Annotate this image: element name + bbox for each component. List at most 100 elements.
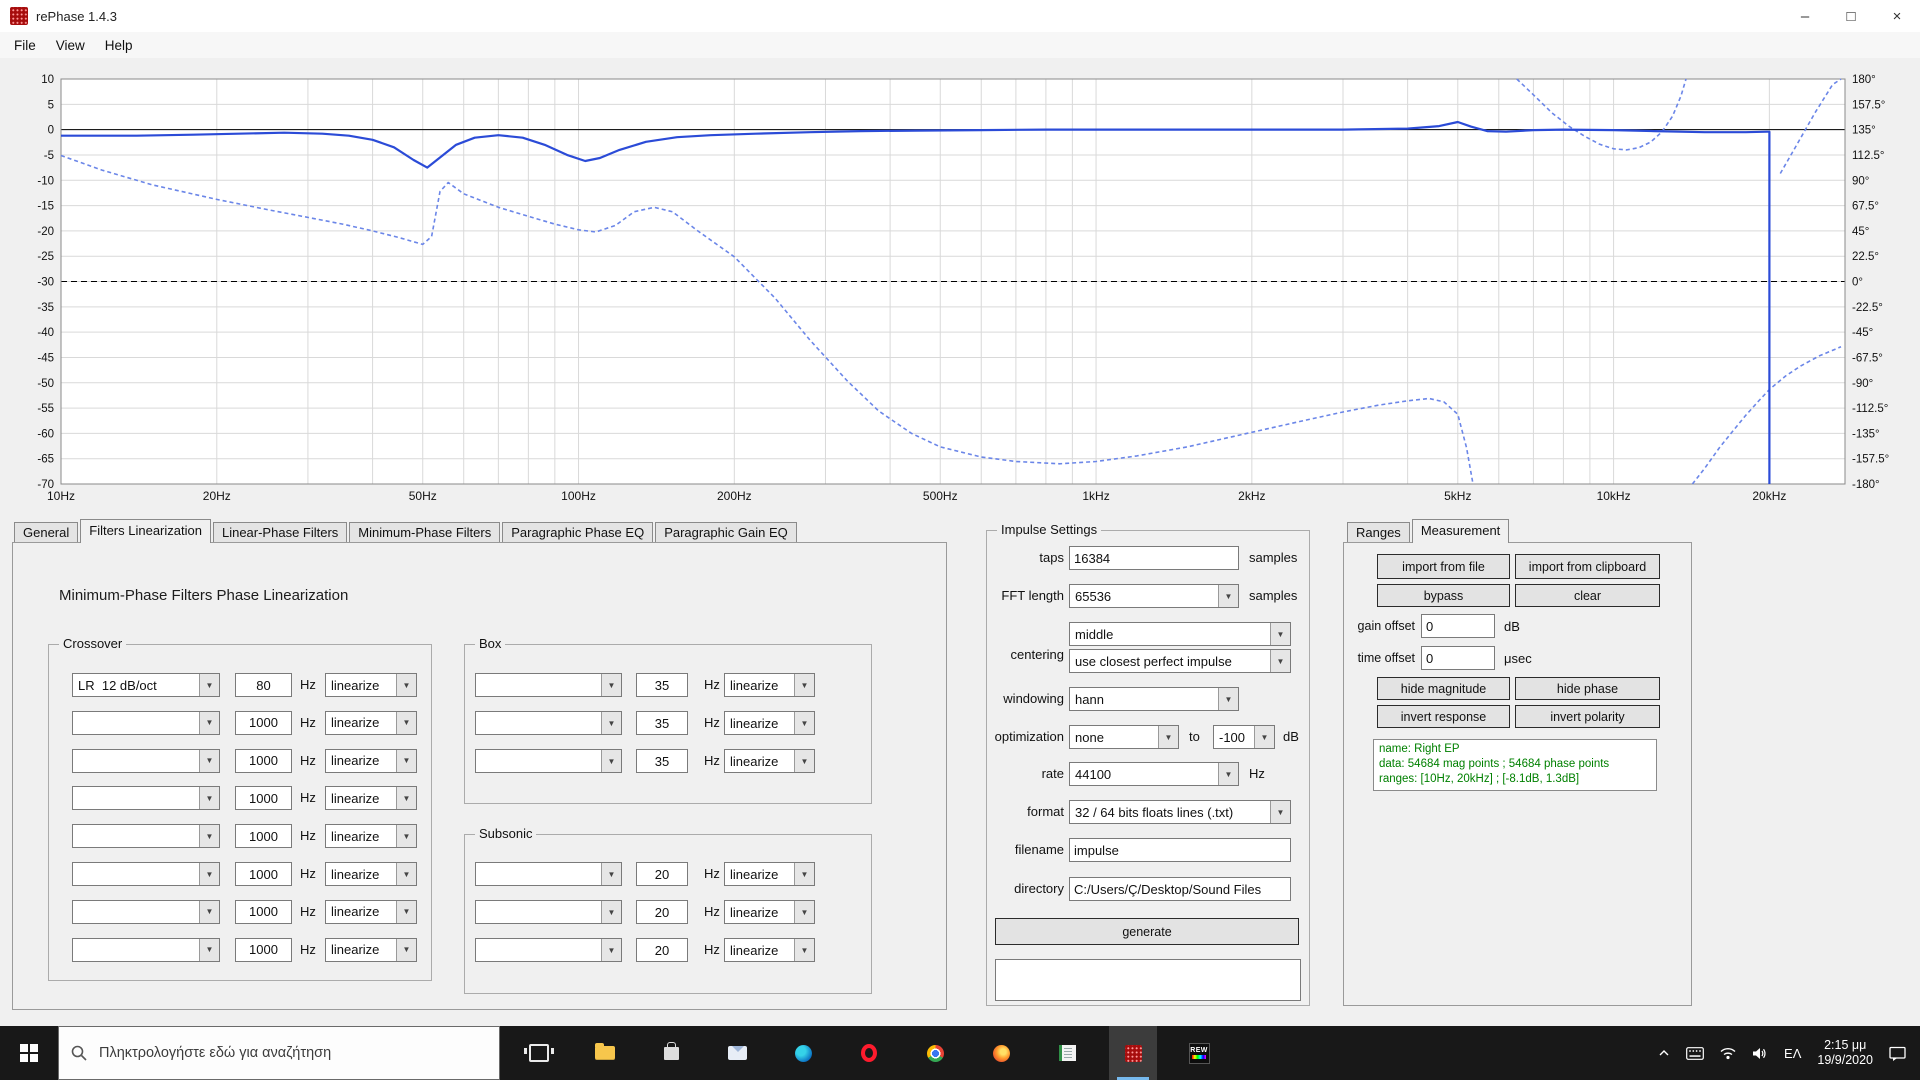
action-center-button[interactable] [1881, 1026, 1920, 1080]
language-indicator[interactable]: ΕΛ [1776, 1026, 1809, 1080]
tab-filters-linearization[interactable]: Filters Linearization [80, 519, 211, 543]
filter-type-select[interactable]: ▼ [72, 824, 220, 849]
filter-type-select[interactable]: ▼ [475, 673, 622, 697]
frequency-input[interactable] [636, 749, 688, 773]
linearize-mode-select[interactable]: linearize ▼ [325, 673, 417, 697]
linearize-mode-select[interactable]: linearize ▼ [724, 938, 815, 962]
linearize-mode-select[interactable]: linearize ▼ [325, 786, 417, 811]
filter-type-select[interactable]: ▼ [475, 900, 622, 924]
rate-select[interactable]: 44100 ▼ [1069, 762, 1239, 786]
filter-type-select[interactable]: ▼ [475, 711, 622, 735]
taskbar-rephase-button[interactable] [1109, 1026, 1157, 1080]
linearize-mode-select[interactable]: linearize ▼ [724, 862, 815, 886]
clear-button[interactable]: clear [1515, 584, 1660, 607]
frequency-input[interactable] [235, 786, 292, 811]
search-input[interactable] [97, 1044, 481, 1062]
hidden-icons-button[interactable] [1650, 1026, 1678, 1080]
frequency-input[interactable] [235, 673, 292, 697]
bypass-button[interactable]: bypass [1377, 584, 1510, 607]
taskbar-search[interactable] [58, 1026, 500, 1080]
linearize-mode-select[interactable]: linearize ▼ [325, 937, 417, 962]
linearize-mode-select[interactable]: linearize ▼ [325, 862, 417, 886]
close-button[interactable]: × [1874, 0, 1920, 32]
frequency-input[interactable] [636, 862, 688, 886]
linearize-mode-select[interactable]: linearize ▼ [325, 748, 417, 773]
tab-ranges[interactable]: Ranges [1347, 522, 1410, 542]
taskbar-mail-button[interactable] [713, 1026, 761, 1080]
invert-response-button[interactable]: invert response [1377, 705, 1510, 728]
tab-linear-phase-filters[interactable]: Linear-Phase Filters [212, 522, 348, 542]
hide-magnitude-button[interactable]: hide magnitude [1377, 677, 1510, 700]
taskbar-firefox-button[interactable] [977, 1026, 1025, 1080]
clock[interactable]: 2:15 μμ 19/9/2020 [1809, 1038, 1881, 1068]
taskbar-rew-button[interactable]: REW [1175, 1026, 1223, 1080]
network-button[interactable] [1712, 1026, 1744, 1080]
tab-paragraphic-phase-eq[interactable]: Paragraphic Phase EQ [502, 522, 654, 542]
frequency-input[interactable] [636, 938, 688, 962]
centering-select[interactable]: middle ▼ [1069, 622, 1291, 646]
linearize-mode-select[interactable]: linearize ▼ [724, 711, 815, 735]
frequency-input[interactable] [235, 824, 292, 849]
minimize-button[interactable]: – [1782, 0, 1828, 32]
hide-phase-button[interactable]: hide phase [1515, 677, 1660, 700]
fft-length-select[interactable]: 65536 ▼ [1069, 584, 1239, 608]
tab-minimum-phase-filters[interactable]: Minimum-Phase Filters [349, 522, 501, 542]
frequency-input[interactable] [636, 711, 688, 735]
invert-polarity-button[interactable]: invert polarity [1515, 705, 1660, 728]
filter-type-select[interactable]: ▼ [72, 862, 220, 886]
maximize-button[interactable]: □ [1828, 0, 1874, 32]
generate-button[interactable]: generate [995, 918, 1299, 945]
import-from-clipboard-button[interactable]: import from clipboard [1515, 554, 1660, 579]
volume-button[interactable] [1744, 1026, 1776, 1080]
optimization-select[interactable]: none ▼ [1069, 725, 1179, 749]
frequency-input[interactable] [235, 937, 292, 962]
filter-type-select[interactable]: ▼ [72, 748, 220, 773]
touch-keyboard-button[interactable] [1678, 1026, 1712, 1080]
menu-help[interactable]: Help [95, 35, 143, 56]
linearize-mode-select[interactable]: linearize ▼ [724, 673, 815, 697]
linearize-mode-select[interactable]: linearize ▼ [325, 824, 417, 849]
frequency-input[interactable] [235, 862, 292, 886]
taskbar-task-view-button[interactable] [515, 1026, 563, 1080]
frequency-input[interactable] [636, 673, 688, 697]
taskbar-store-button[interactable] [647, 1026, 695, 1080]
filter-type-select[interactable]: LR 12 dB/oct ▼ [72, 673, 220, 697]
taskbar-opera-button[interactable] [845, 1026, 893, 1080]
filter-type-select[interactable]: ▼ [475, 862, 622, 886]
taskbar-edge-button[interactable] [779, 1026, 827, 1080]
format-select[interactable]: 32 / 64 bits floats lines (.txt) ▼ [1069, 800, 1291, 824]
windowing-select[interactable]: hann ▼ [1069, 687, 1239, 711]
svg-text:-90°: -90° [1852, 378, 1873, 390]
linearize-mode-select[interactable]: linearize ▼ [325, 710, 417, 735]
directory-input[interactable] [1069, 877, 1291, 901]
start-button[interactable] [0, 1026, 58, 1080]
menu-view[interactable]: View [46, 35, 95, 56]
tab-general[interactable]: General [14, 522, 79, 542]
centering-impulse-select[interactable]: use closest perfect impulse ▼ [1069, 649, 1291, 673]
tab-measurement[interactable]: Measurement [1411, 519, 1510, 543]
menu-file[interactable]: File [4, 35, 46, 56]
frequency-input[interactable] [235, 748, 292, 773]
filter-type-select[interactable]: ▼ [72, 710, 220, 735]
optimization-db-select[interactable]: -100 ▼ [1213, 725, 1275, 749]
taps-input[interactable] [1069, 546, 1239, 570]
frequency-input[interactable] [636, 900, 688, 924]
frequency-input[interactable] [235, 899, 292, 924]
taskbar-chrome-button[interactable] [911, 1026, 959, 1080]
taskbar-file-explorer-button[interactable] [581, 1026, 629, 1080]
filter-type-select[interactable]: ▼ [72, 786, 220, 811]
filter-type-select[interactable]: ▼ [475, 749, 622, 773]
taskbar-notes-button[interactable] [1043, 1026, 1091, 1080]
filter-type-select[interactable]: ▼ [72, 937, 220, 962]
linearize-mode-select[interactable]: linearize ▼ [724, 900, 815, 924]
frequency-input[interactable] [235, 710, 292, 735]
linearize-mode-select[interactable]: linearize ▼ [724, 749, 815, 773]
time-offset-input[interactable] [1421, 646, 1495, 670]
filename-input[interactable] [1069, 838, 1291, 862]
linearize-mode-select[interactable]: linearize ▼ [325, 899, 417, 924]
import-from-file-button[interactable]: import from file [1377, 554, 1510, 579]
filter-type-select[interactable]: ▼ [475, 938, 622, 962]
gain-offset-input[interactable] [1421, 614, 1495, 638]
tab-paragraphic-gain-eq[interactable]: Paragraphic Gain EQ [655, 522, 797, 542]
filter-type-select[interactable]: ▼ [72, 899, 220, 924]
